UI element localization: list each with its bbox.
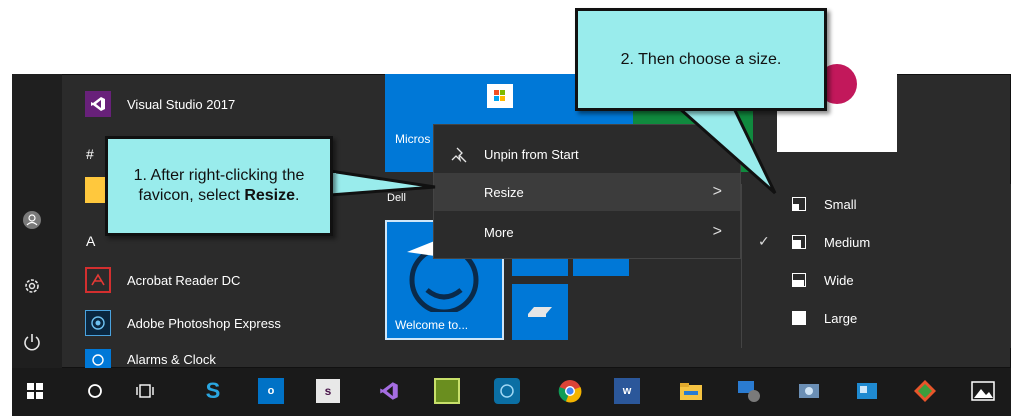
notepad-icon[interactable] [434,378,460,404]
context-item-more[interactable]: More > [434,213,740,251]
context-item-label: More [484,224,514,240]
context-item-label: Unpin from Start [484,146,579,162]
windows-start-icon[interactable] [20,374,50,408]
power-icon[interactable] [22,332,42,352]
resize-option-wide[interactable]: Wide [742,262,1010,300]
unpin-icon [451,147,467,163]
photoshop-express-icon [85,310,111,336]
app-label: Alarms & Clock [127,351,216,367]
callout-1-bold: Resize [244,187,296,204]
section-letter-a[interactable]: A [86,233,95,249]
resize-option-label: Medium [824,235,871,250]
checkmark-icon: ✓ [758,233,770,249]
chevron-right-icon: > [712,223,722,240]
callout-step-2: 2. Then choose a size. [575,8,827,111]
visual-studio-icon[interactable] [374,374,404,408]
user-avatar-icon[interactable] [22,210,42,230]
resize-option-medium[interactable]: ✓ Medium [742,224,1010,262]
app-item-visual-studio[interactable]: Visual Studio 2017 [85,90,235,118]
callout-2-pointer [667,100,777,195]
store-icon [487,84,513,108]
drive-icon [528,307,552,317]
slack-icon[interactable]: s [316,379,340,403]
store-tile-label: Micros [395,132,431,146]
resize-submenu: Small ✓ Medium Wide Large [741,184,1011,348]
app-label: Adobe Photoshop Express [127,315,281,331]
callout-1-text: 1. After right-clicking the favicon, sel… [133,167,305,204]
network-icon[interactable] [734,374,764,408]
size-large-icon [792,311,806,325]
chrome-icon[interactable] [555,374,585,408]
gear-icon[interactable] [22,276,42,296]
alarms-clock-icon [85,349,111,369]
file-explorer-icon[interactable] [676,374,706,408]
resize-option-label: Wide [824,273,854,288]
visual-studio-icon [85,91,111,117]
resize-option-label: Large [824,311,858,326]
app-label: Acrobat Reader DC [127,272,241,288]
callout-1-pointer [330,169,436,197]
cortana-icon[interactable] [80,374,110,408]
app-label: Visual Studio 2017 [127,96,236,112]
callout-step-1: 1. After right-clicking the favicon, sel… [105,136,333,236]
resize-option-label: Small [824,197,857,212]
outlook-icon[interactable]: o [258,378,284,404]
git-icon[interactable] [910,374,940,408]
app-item-alarms[interactable]: Alarms & Clock [85,349,216,369]
image-icon[interactable] [968,374,998,408]
resize-option-large[interactable]: Large [742,300,1010,338]
snagit-icon[interactable]: S [198,374,228,408]
word-icon[interactable]: w [614,378,640,404]
context-item-label: Resize [484,184,524,200]
callout-2-text: 2. Then choose a size. [620,50,782,68]
app-item-acrobat[interactable]: Acrobat Reader DC [85,266,240,294]
app-item-photoshop-express[interactable]: Adobe Photoshop Express [85,309,281,337]
drive-tile[interactable] [512,284,568,340]
task-view-icon[interactable] [130,374,160,408]
welcome-tile-label: Welcome to... [395,318,469,332]
acrobat-icon [85,267,111,293]
contacts-icon[interactable] [852,374,882,408]
size-medium-icon [792,235,806,249]
photos-icon[interactable] [794,374,824,408]
section-letter-hash[interactable]: # [86,146,94,162]
webcam-icon[interactable] [494,378,520,404]
size-wide-icon [792,273,806,287]
